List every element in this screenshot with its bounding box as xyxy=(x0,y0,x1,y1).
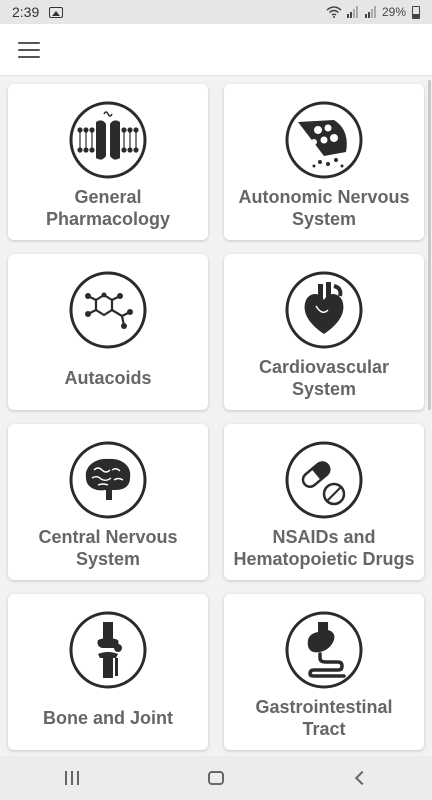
heart-icon xyxy=(284,270,364,350)
category-label: NSAIDs and Hematopoietic Drugs xyxy=(233,527,415,569)
category-label: Cardiovascular System xyxy=(258,357,390,399)
status-time: 2:39 xyxy=(12,4,40,20)
battery-icon xyxy=(412,5,420,19)
wifi-icon xyxy=(326,6,342,18)
battery-percent: 29% xyxy=(381,5,406,19)
molecule-icon xyxy=(68,270,148,350)
system-nav-bar xyxy=(0,756,432,800)
category-label: Autacoids xyxy=(64,368,152,388)
category-card-general-pharmacology[interactable]: General Pharmacology xyxy=(8,84,208,240)
category-label: Bone and Joint xyxy=(43,708,173,728)
category-card-cardiovascular-system[interactable]: Cardiovascular System xyxy=(224,254,424,410)
pills-icon xyxy=(284,440,364,520)
app-bar xyxy=(0,24,432,76)
category-card-autonomic-nervous-system[interactable]: Autonomic Nervous System xyxy=(224,84,424,240)
recents-icon xyxy=(65,771,79,785)
category-card-central-nervous-system[interactable]: Central Nervous System xyxy=(8,424,208,580)
category-card-gastrointestinal-tract[interactable]: Gastrointestinal Tract xyxy=(224,594,424,750)
home-icon xyxy=(208,771,224,785)
back-button[interactable] xyxy=(330,758,390,798)
home-button[interactable] xyxy=(186,758,246,798)
scrollbar[interactable] xyxy=(428,80,431,410)
back-icon xyxy=(354,770,370,786)
hamburger-menu-icon[interactable] xyxy=(18,42,40,58)
knee-joint-icon xyxy=(68,610,148,690)
category-label: Gastrointestinal Tract xyxy=(255,697,393,739)
status-icons: 29% xyxy=(326,5,420,19)
category-label: Autonomic Nervous System xyxy=(238,187,410,229)
category-card-autacoids[interactable]: Autacoids xyxy=(8,254,208,410)
category-card-nsaids-hematopoietic-drugs[interactable]: NSAIDs and Hematopoietic Drugs xyxy=(224,424,424,580)
category-label: General Pharmacology xyxy=(45,187,171,229)
gallery-icon xyxy=(49,6,64,18)
category-card-bone-and-joint[interactable]: Bone and Joint xyxy=(8,594,208,750)
stomach-icon xyxy=(284,610,364,690)
recents-button[interactable] xyxy=(42,758,102,798)
cell-membrane-channel-icon xyxy=(68,100,148,180)
category-grid: General Pharmacology Autonomic Nervous S… xyxy=(0,76,432,756)
signal-icon xyxy=(346,6,358,18)
brain-icon xyxy=(68,440,148,520)
signal-icon-2 xyxy=(364,6,376,18)
category-label: Central Nervous System xyxy=(38,527,178,569)
synapse-icon xyxy=(284,100,364,180)
status-bar: 2:39 29% xyxy=(0,0,432,24)
